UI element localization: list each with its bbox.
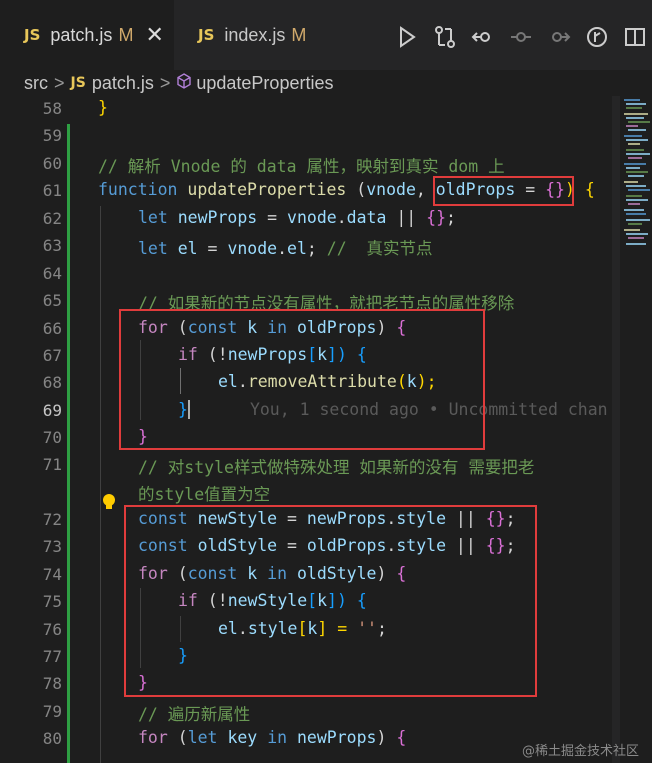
tab-index-js[interactable]: JS index.js M	[174, 0, 334, 70]
indent-guide	[100, 206, 101, 763]
line-number: 62	[42, 209, 62, 228]
line-number: 75	[42, 592, 62, 611]
line-number: 66	[42, 319, 62, 338]
lightbulb-icon[interactable]	[101, 493, 117, 511]
line-number: 60	[42, 154, 62, 173]
line-number: 67	[42, 346, 62, 365]
highlight-box-remove-attributes	[119, 309, 485, 450]
tab-label: patch.js	[50, 24, 113, 45]
split-editor-icon[interactable]	[616, 22, 652, 52]
line-number: 68	[42, 373, 62, 392]
chevron-right-icon: >	[54, 72, 65, 93]
line-number: 76	[42, 620, 62, 639]
editor-actions	[388, 22, 652, 52]
minimap[interactable]	[622, 96, 652, 396]
tab-bar: JS patch.js M ✕ JS index.js M	[0, 0, 652, 70]
line-number: 77	[42, 647, 62, 666]
compare-changes-icon[interactable]	[426, 22, 464, 52]
line-number: 80	[42, 729, 62, 748]
cube-icon	[176, 72, 192, 94]
open-changes-icon[interactable]	[464, 22, 502, 52]
chevron-right-icon: >	[159, 72, 171, 93]
line-number-current: 69	[42, 401, 62, 420]
run-icon[interactable]	[388, 22, 426, 52]
modified-badge: M	[118, 24, 134, 45]
code-line: let newProps = vnode.data || {};	[138, 208, 456, 227]
line-number: 63	[42, 236, 62, 255]
modified-badge: M	[291, 24, 307, 45]
next-change-icon[interactable]	[540, 22, 578, 52]
line-number: 78	[42, 674, 62, 693]
breadcrumb-folder[interactable]: src	[24, 73, 48, 94]
code-line: }	[98, 98, 108, 117]
line-number: 58	[42, 99, 62, 118]
breadcrumb-symbol[interactable]: updateProperties	[196, 73, 333, 94]
code-editor[interactable]: 58 59 60 61 62 63 64 65 66 67 68 69 70 7…	[0, 96, 652, 763]
line-number: 70	[42, 428, 62, 447]
line-number: 71	[42, 455, 62, 474]
git-added-indicator	[67, 124, 70, 763]
breadcrumb-file[interactable]: patch.js	[92, 73, 154, 94]
git-commit-icon[interactable]	[502, 22, 540, 52]
code-line: let el = vnode.el; // 真实节点	[138, 239, 433, 258]
line-number: 65	[42, 291, 62, 310]
javascript-file-icon: JS	[198, 26, 215, 44]
line-number: 61	[42, 181, 62, 200]
tab-patch-js[interactable]: JS patch.js M ✕	[0, 0, 174, 70]
line-number: 79	[42, 702, 62, 721]
line-number: 74	[42, 565, 62, 584]
close-icon[interactable]: ✕	[145, 22, 163, 48]
code-line-comment: // 遍历新属性	[138, 705, 251, 724]
vertical-scrollbar[interactable]	[612, 96, 620, 763]
line-number: 72	[42, 510, 62, 529]
code-line-comment-wrapped: 的style值置为空	[138, 485, 271, 504]
javascript-file-icon: JS	[70, 75, 86, 91]
code-line-comment: // 对style样式做特殊处理 如果新的没有 需要把老	[138, 458, 535, 477]
code-line: for (let key in newProps) {	[138, 728, 407, 747]
line-number: 73	[42, 537, 62, 556]
highlight-box-style-handling	[124, 505, 537, 697]
line-number: 64	[42, 264, 62, 283]
breadcrumb: src > JS patch.js > updateProperties	[0, 70, 652, 96]
line-number: 59	[42, 126, 62, 145]
tab-label: index.js	[224, 24, 286, 45]
javascript-file-icon: JS	[24, 26, 41, 44]
branch-icon[interactable]	[578, 22, 616, 52]
highlight-box-old-props	[433, 176, 574, 206]
code-line-comment: // 解析 Vnode 的 data 属性，映射到真实 dom 上	[98, 157, 505, 176]
watermark: @稀土掘金技术社区	[522, 744, 640, 759]
